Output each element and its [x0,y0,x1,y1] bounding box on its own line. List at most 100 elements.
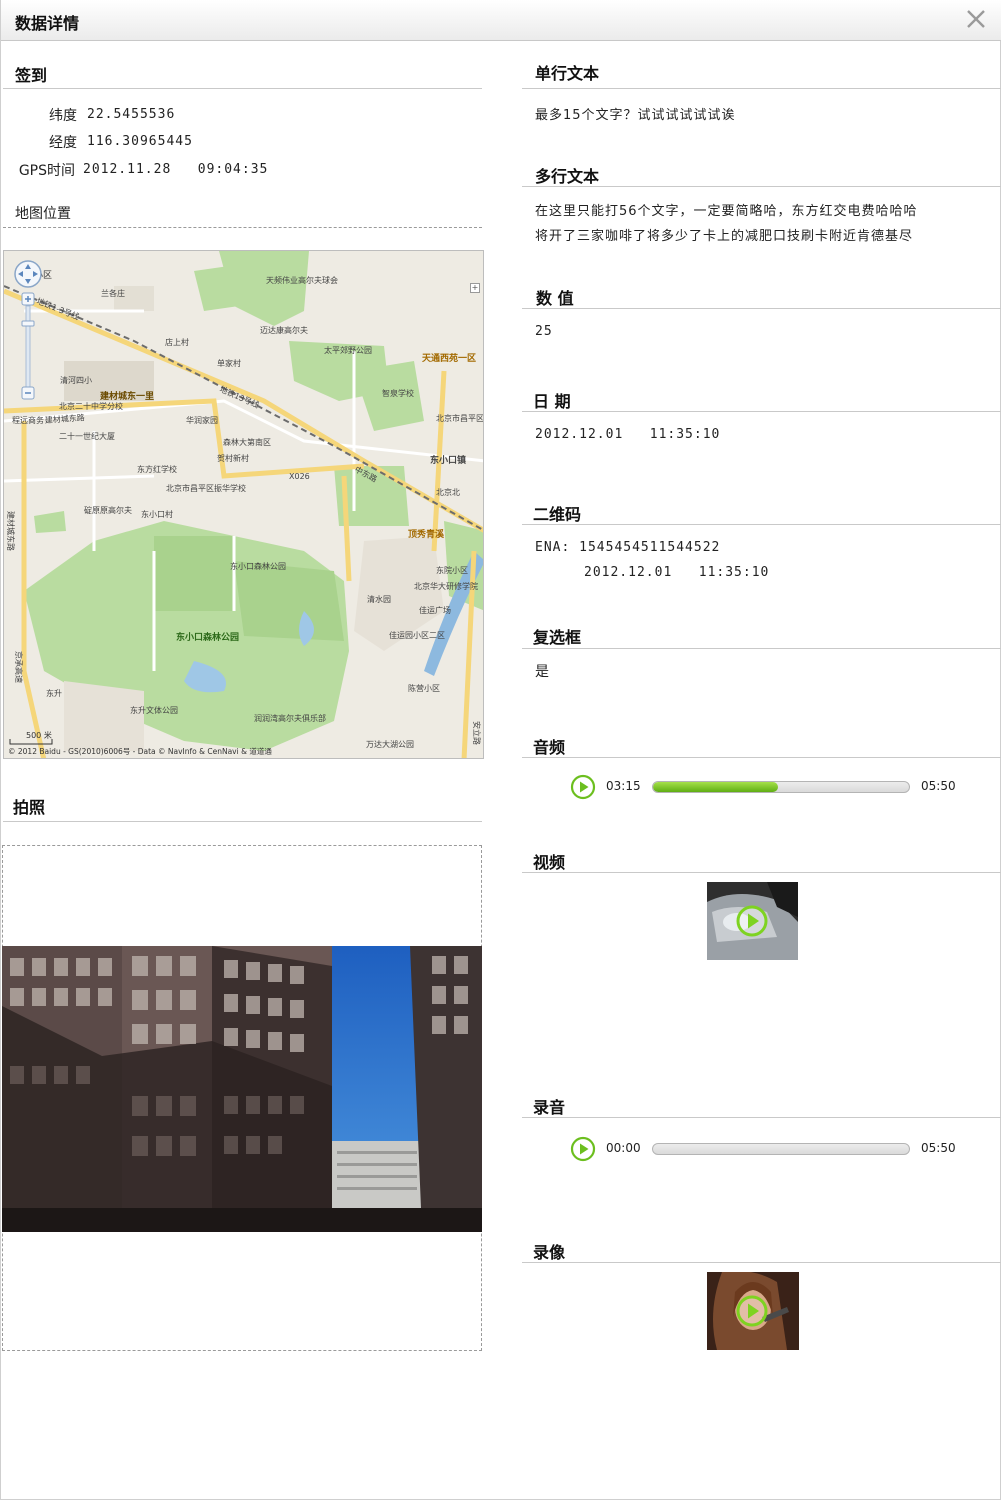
svg-text:东小口森林公园: 东小口森林公园 [230,561,286,571]
audio-player: 03:15 05:50 [570,774,970,800]
svg-text:东院小区: 东院小区 [436,565,468,575]
svg-text:陈营小区: 陈营小区 [408,683,440,693]
svg-text:建材城东一里: 建材城东一里 [100,390,154,402]
svg-text:东小口村: 东小口村 [141,509,173,519]
divider [522,1117,1001,1118]
svg-text:太平郊野公园: 太平郊野公园 [324,345,372,355]
close-icon[interactable] [963,6,989,32]
svg-text:建材城东路: 建材城东路 [6,511,16,551]
svg-text:东方红学校: 东方红学校 [137,464,177,474]
latitude-label: 纬度 [49,108,77,124]
recording-total-time: 05:50 [921,1141,956,1155]
recording-progress-bar[interactable] [652,1143,910,1155]
divider [522,872,1001,873]
svg-text:店上村: 店上村 [165,337,189,347]
multi-text-line-1: 在这里只能打56个文字，一定要简略哈，东方红交电费哈哈哈 [535,204,918,219]
play-icon[interactable] [735,1294,769,1328]
map-canvas[interactable]: 小区 天频伟业高尔夫球会 兰各庄 迈达康高尔夫 店上村 单家村 太平郊野公园 天… [4,251,484,759]
map-plus-button[interactable]: + [470,283,480,293]
photo-title: 拍照 [13,798,46,817]
audio-title: 音频 [533,738,566,757]
audio-current-time: 03:15 [606,779,641,793]
divider [522,648,1001,649]
svg-text:北京市昌平区振华学校: 北京市昌平区振华学校 [166,483,246,493]
longitude-label: 经度 [49,135,77,151]
svg-text:碇原原高尔夫: 碇原原高尔夫 [84,505,132,515]
title-bar: 数据详情 [1,0,1001,41]
divider [522,757,1001,758]
date-value: 2012.12.01 11:35:10 [535,427,721,442]
svg-text:天通西苑一区: 天通西苑一区 [422,352,476,364]
svg-text:X026: X026 [289,472,310,481]
divider [522,524,1001,525]
map-copyright: © 2012 Baidu - GS(2010)6006号 - Data © Na… [8,746,272,756]
divider [522,308,1001,309]
svg-text:贺村新村: 贺村新村 [217,453,249,463]
svg-text:清河四小: 清河四小 [60,375,92,385]
checkin-title: 签到 [15,66,48,85]
svg-text:东升文体公园: 东升文体公园 [130,705,178,715]
svg-text:天频伟业高尔夫球会: 天频伟业高尔夫球会 [266,275,338,285]
qrcode-content: ENA: 1545454511544522 [535,540,721,555]
audio-total-time: 05:50 [921,779,956,793]
svg-text:华润家园: 华润家园 [186,415,218,425]
svg-text:单家村: 单家村 [217,358,241,368]
svg-text:东升: 东升 [46,688,62,698]
play-icon[interactable] [735,904,769,938]
map-nav-control[interactable] [8,259,48,407]
multi-text-line-2: 将开了三家咖啡了将多少了卡上的减肥口技刷卡附近肯德基尽 [535,229,914,244]
map-scale: 500 米 [26,730,52,740]
svg-text:佳运广场: 佳运广场 [419,605,451,615]
svg-text:东小口镇: 东小口镇 [430,454,466,466]
gps-time-label: GPS时间 [18,163,75,179]
longitude-value: 116.30965445 [87,134,193,149]
svg-text:程远商务: 程远商务 [12,415,44,425]
qrcode-time: 2012.12.01 11:35:10 [584,565,770,580]
divider [522,186,1001,187]
svg-text:万达大湖公园: 万达大湖公园 [366,739,414,749]
window-title: 数据详情 [15,14,80,33]
detail-dialog: 数据详情 签到 纬度 22.5455536 经度 116.30965445 GP… [0,0,1001,1500]
gps-time-value: 2012.11.28 09:04:35 [83,162,269,177]
single-text-title: 单行文本 [535,64,600,83]
svg-text:森林大第南区: 森林大第南区 [223,437,271,447]
divider [3,821,482,822]
video-title: 视频 [533,853,566,872]
recvideo-thumbnail[interactable] [707,1272,799,1350]
play-icon[interactable] [570,1136,596,1162]
svg-text:京承高速: 京承高速 [14,651,24,683]
recording-current-time: 00:00 [606,1141,641,1155]
checkbox-title: 复选框 [533,628,582,647]
date-title: 日 期 [533,392,571,411]
multi-text-title: 多行文本 [535,167,600,186]
video-thumbnail[interactable] [707,882,798,960]
photo-image[interactable] [2,946,482,1232]
number-value: 25 [535,324,553,339]
checkbox-value: 是 [535,664,549,680]
recording-player: 00:00 05:50 [570,1136,970,1162]
svg-text:建材城东路: 建材城东路 [44,412,85,425]
audio-progress-bar[interactable] [652,781,910,793]
svg-text:兰各庄: 兰各庄 [101,288,125,298]
divider [522,411,1001,412]
svg-text:润润湾高尔夫俱乐部: 润润湾高尔夫俱乐部 [254,713,326,723]
divider [522,88,1001,89]
single-text-value: 最多15个文字？试试试试试试诶 [535,108,736,123]
dashed-divider [3,227,482,228]
latitude-value: 22.5455536 [87,107,176,122]
map-view[interactable]: 小区 天频伟业高尔夫球会 兰各庄 迈达康高尔夫 店上村 单家村 太平郊野公园 天… [3,250,484,759]
audio-progress-fill [653,782,779,792]
svg-text:智泉学校: 智泉学校 [382,388,414,398]
svg-text:清水园: 清水园 [367,594,391,604]
recording-title: 录音 [533,1098,566,1117]
map-location-label: 地图位置 [15,206,71,222]
recvideo-title: 录像 [533,1243,566,1262]
play-icon[interactable] [570,774,596,800]
divider [3,88,482,89]
svg-text:东小口森林公园: 东小口森林公园 [176,631,239,643]
number-title: 数 值 [536,289,574,308]
qrcode-title: 二维码 [533,505,582,524]
divider [522,1262,1001,1263]
svg-text:迈达康高尔夫: 迈达康高尔夫 [260,325,308,335]
svg-text:北京华大研修学院: 北京华大研修学院 [414,581,478,591]
